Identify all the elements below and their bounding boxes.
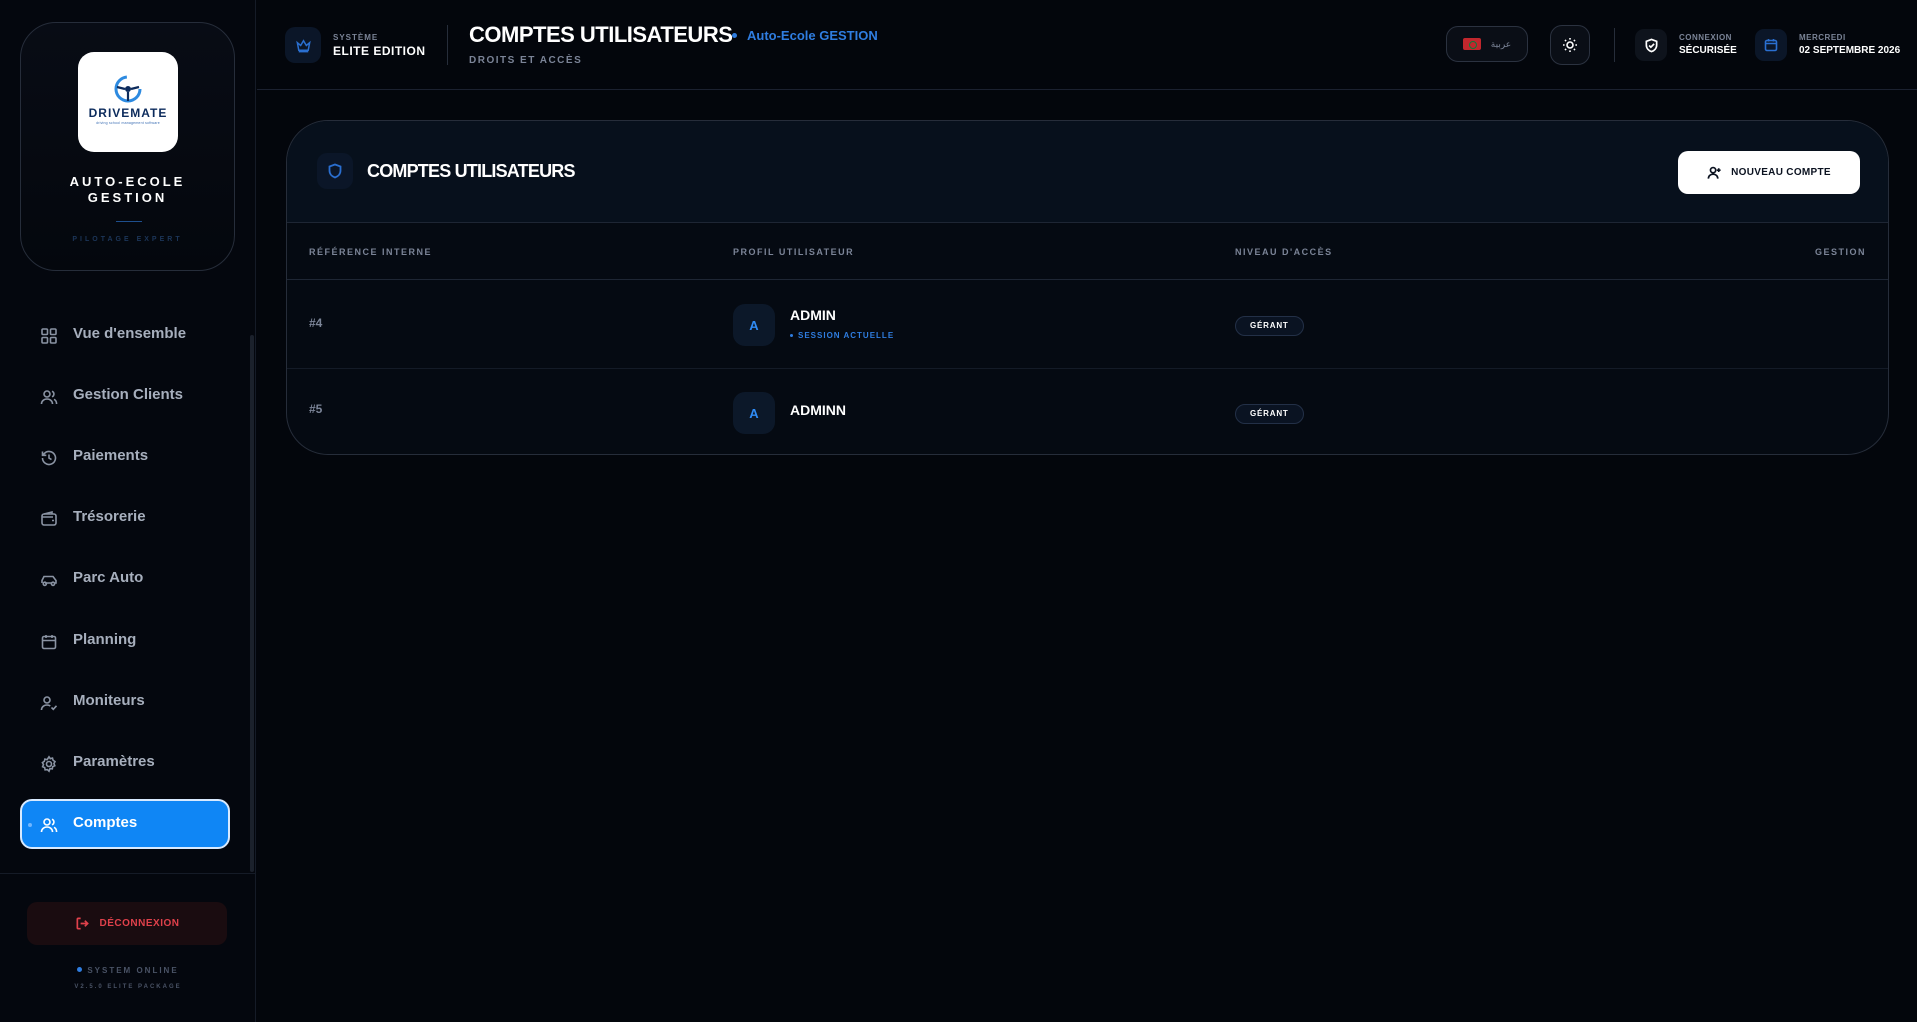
current-session-label: SESSION ACTUELLE xyxy=(798,331,895,340)
user-plus-icon xyxy=(1707,166,1721,179)
column-header-access-level: NIVEAU D'ACCÈS xyxy=(1235,247,1333,257)
sidebar-item-label: Paramètres xyxy=(73,753,155,770)
title-dot xyxy=(732,33,737,38)
brand-subtitle: PILOTAGE EXPERT xyxy=(72,236,183,243)
status-dot xyxy=(77,967,83,972)
active-indicator xyxy=(28,823,32,827)
card-title: COMPTES UTILISATEURS xyxy=(367,161,575,181)
sidebar-item-label: Trésorerie xyxy=(73,508,146,525)
table-row[interactable]: #4 A ADMIN SESSION ACTUELLE GÉRANT xyxy=(287,281,1888,369)
sidebar-item-planning[interactable]: Planning xyxy=(20,616,230,666)
logout-button[interactable]: DÉCONNEXION xyxy=(27,902,227,945)
connection-status: SÉCURISÉE xyxy=(1679,45,1737,56)
car-icon xyxy=(40,571,58,589)
sidebar-item-label: Comptes xyxy=(73,814,138,831)
brand-card: DRIVEMATE driving school management soft… xyxy=(20,22,235,271)
calendar-icon xyxy=(1755,29,1787,61)
grid-icon xyxy=(40,327,58,345)
calendar-icon xyxy=(40,633,58,651)
sidebar-item-label: Vue d'ensemble xyxy=(73,325,187,342)
current-session-tag: SESSION ACTUELLE xyxy=(790,331,894,340)
sidebar-item-instructors[interactable]: Moniteurs xyxy=(20,677,230,727)
row-reference: #4 xyxy=(309,316,323,330)
user-name: ADMIN xyxy=(790,307,836,323)
column-header-profile: PROFIL UTILISATEUR xyxy=(733,247,855,257)
sidebar-item-settings[interactable]: Paramètres xyxy=(20,738,230,788)
brand-divider xyxy=(116,221,142,222)
avatar: A xyxy=(733,392,775,434)
page-subtitle: DROITS ET ACCÈS xyxy=(469,55,583,66)
steering-wheel-icon xyxy=(114,75,142,102)
header-divider xyxy=(447,25,448,65)
users-icon xyxy=(40,816,58,834)
language-switcher[interactable]: عربية xyxy=(1446,26,1528,62)
users-icon xyxy=(40,388,58,406)
user-name: ADMINN xyxy=(790,402,846,418)
brand-title-line2: GESTION xyxy=(87,190,168,205)
sidebar-item-label: Gestion Clients xyxy=(73,386,184,403)
school-name: Auto-Ecole GESTION xyxy=(747,28,878,43)
theme-toggle-button[interactable] xyxy=(1550,25,1590,65)
brand-title: AUTO-ECOLE GESTION xyxy=(21,174,234,206)
column-header-management: GESTION xyxy=(1814,247,1866,257)
sidebar-item-treasury[interactable]: Trésorerie xyxy=(20,493,230,543)
table-row[interactable]: #5 A ADMINN GÉRANT xyxy=(287,369,1888,454)
sidebar-item-label: Moniteurs xyxy=(73,692,145,709)
sidebar: DRIVEMATE driving school management soft… xyxy=(0,0,256,1022)
current-date: 02 SEPTEMBRE 2026 xyxy=(1799,45,1901,56)
sun-icon xyxy=(1563,38,1577,52)
weekday-label: MERCREDI xyxy=(1799,33,1846,42)
sidebar-item-accounts[interactable]: Comptes xyxy=(20,799,230,849)
table-header: RÉFÉRENCE INTERNE PROFIL UTILISATEUR NIV… xyxy=(287,224,1888,280)
new-account-button[interactable]: NOUVEAU COMPTE xyxy=(1678,151,1860,194)
logo-tagline: driving school management software xyxy=(96,120,160,125)
sidebar-item-fleet[interactable]: Parc Auto xyxy=(20,554,230,604)
system-edition: ELITE EDITION xyxy=(333,44,426,58)
sidebar-item-clients[interactable]: Gestion Clients xyxy=(20,371,230,421)
avatar: A xyxy=(733,304,775,346)
sidebar-item-label: Planning xyxy=(73,631,137,648)
column-header-reference: RÉFÉRENCE INTERNE xyxy=(309,247,433,257)
role-badge: GÉRANT xyxy=(1235,316,1304,336)
connection-label: CONNEXION xyxy=(1679,33,1732,42)
gear-icon xyxy=(40,755,58,773)
brand-title-line1: AUTO-ECOLE xyxy=(69,174,186,189)
crown-icon xyxy=(285,27,321,63)
app-logo: DRIVEMATE driving school management soft… xyxy=(78,52,178,152)
language-label: عربية xyxy=(1490,38,1512,49)
sidebar-item-overview[interactable]: Vue d'ensemble xyxy=(20,310,230,360)
system-status: SYSTEM ONLINE xyxy=(0,966,256,975)
history-icon xyxy=(40,449,58,467)
row-reference: #5 xyxy=(309,402,323,416)
header-divider xyxy=(1614,28,1615,62)
system-status-label: SYSTEM ONLINE xyxy=(87,966,179,975)
shield-icon xyxy=(317,153,353,189)
morocco-flag-icon xyxy=(1462,38,1481,50)
role-badge: GÉRANT xyxy=(1235,404,1304,424)
page-title: COMPTES UTILISATEURS xyxy=(469,22,733,47)
sidebar-item-label: Parc Auto xyxy=(73,569,144,586)
shield-check-icon xyxy=(1635,29,1667,61)
accounts-card: COMPTES UTILISATEURS NOUVEAU COMPTE RÉFÉ… xyxy=(286,120,1889,455)
logout-icon xyxy=(76,917,89,930)
logout-label: DÉCONNEXION xyxy=(99,918,180,929)
user-check-icon xyxy=(40,694,58,712)
wallet-icon xyxy=(40,510,58,528)
card-header: COMPTES UTILISATEURS NOUVEAU COMPTE xyxy=(287,121,1888,223)
session-dot xyxy=(790,334,793,337)
sidebar-scrollbar[interactable] xyxy=(250,335,254,872)
sidebar-item-label: Paiements xyxy=(73,447,149,464)
top-header: SYSTÈME ELITE EDITION COMPTES UTILISATEU… xyxy=(257,0,1917,90)
new-account-label: NOUVEAU COMPTE xyxy=(1731,167,1831,178)
sidebar-divider xyxy=(0,873,256,874)
sidebar-item-payments[interactable]: Paiements xyxy=(20,432,230,482)
system-label: SYSTÈME xyxy=(333,33,379,42)
logo-text: DRIVEMATE xyxy=(88,105,168,120)
app-version: V2.5.0 ELITE PACKAGE xyxy=(74,984,182,990)
